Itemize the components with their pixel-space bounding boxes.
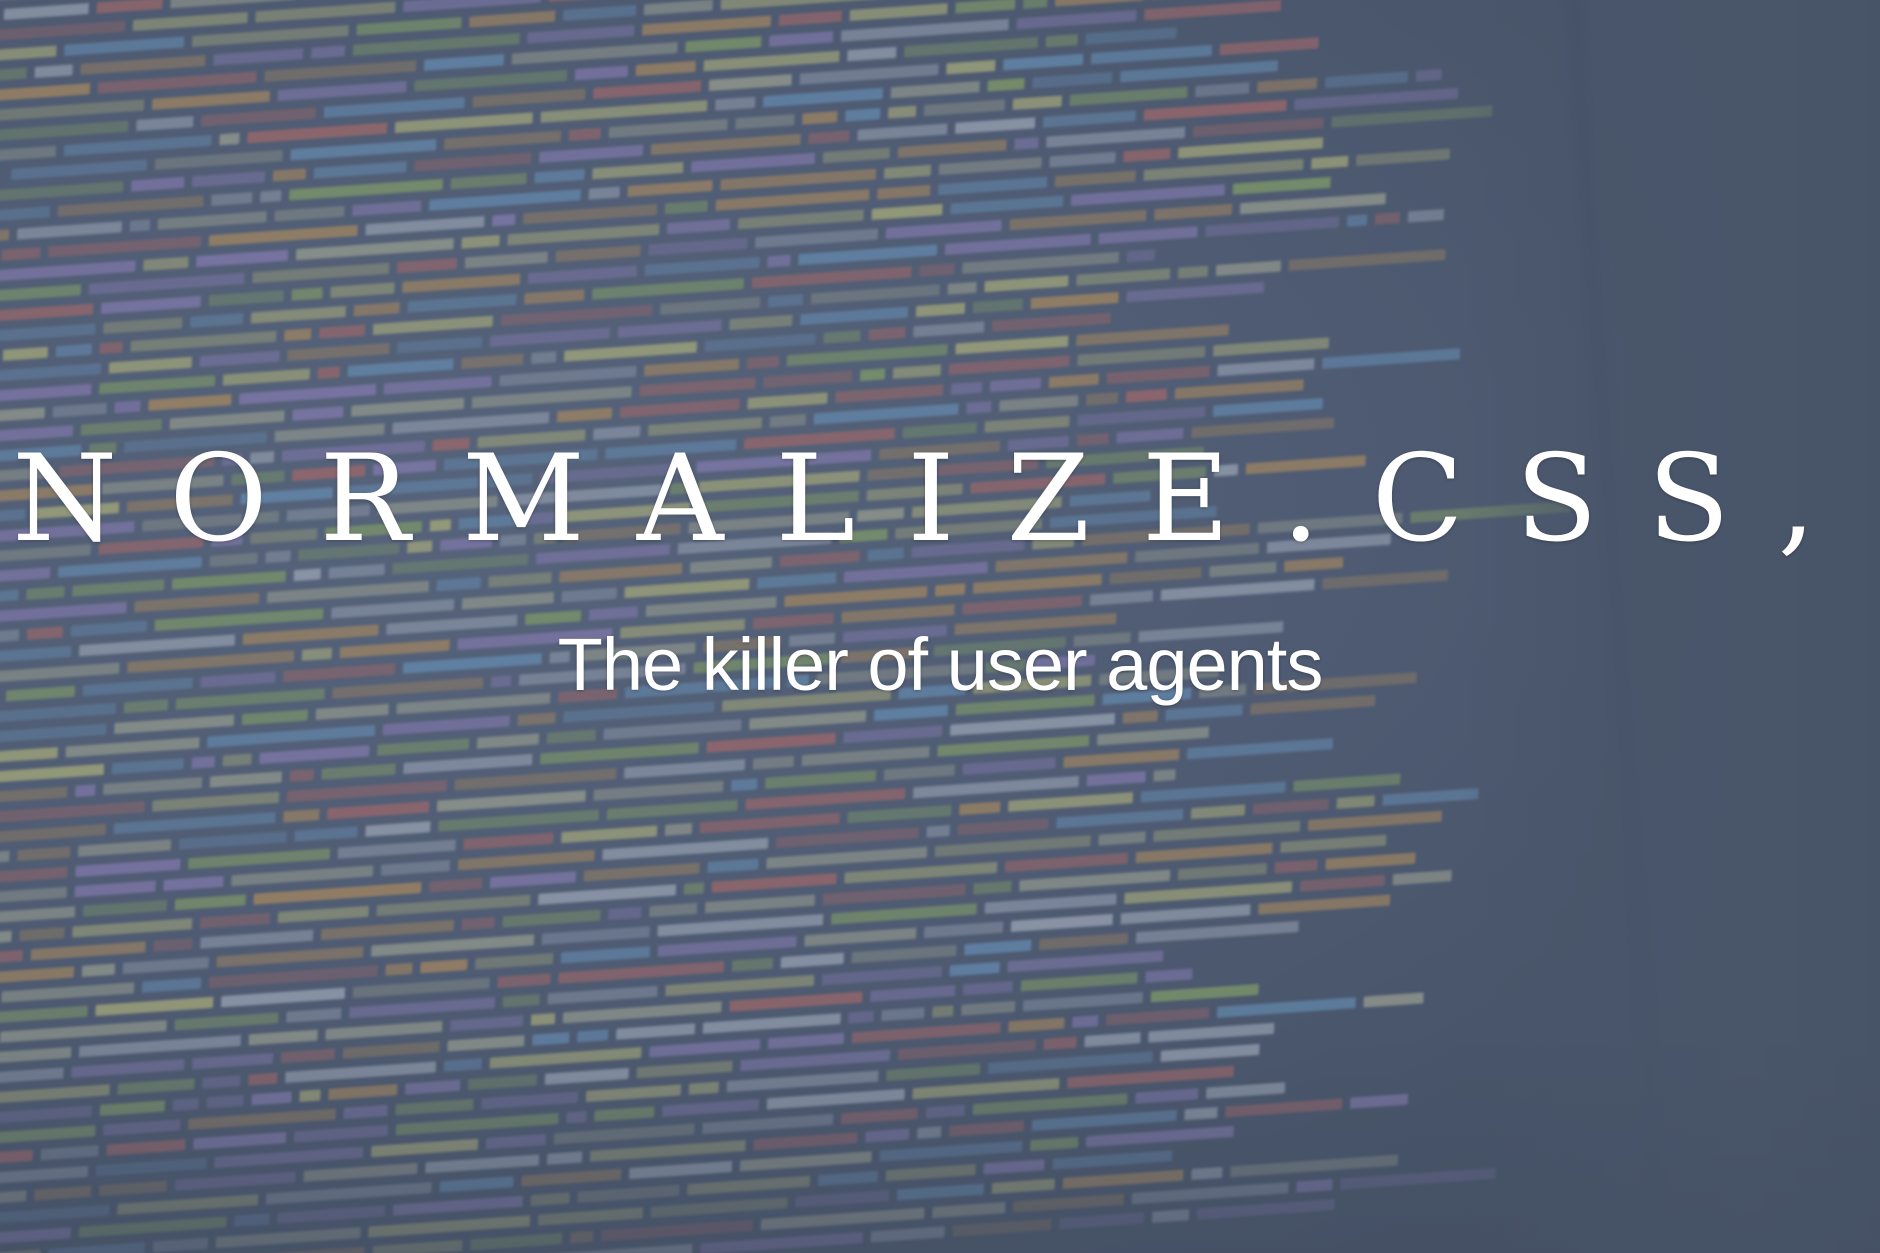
hero-image: NORMALIZE.CSS, The killer of user agents [0, 0, 1880, 1253]
headline-title: NORMALIZE.CSS, [12, 430, 1868, 569]
headline-subtitle: The killer of user agents [557, 623, 1324, 706]
